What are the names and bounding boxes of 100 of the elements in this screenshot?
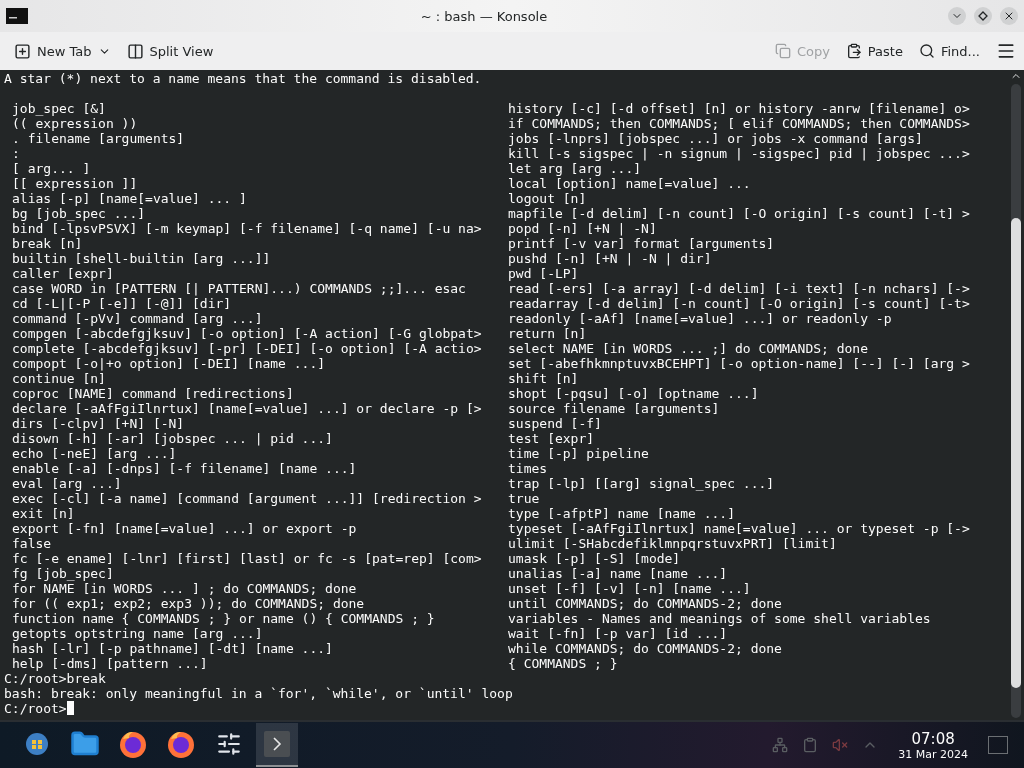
terminal-line: typeset [-aAfFgiIlnrtux] name[=value] ... or typeset -p [-> (508, 521, 971, 536)
terminal-line: until COMMANDS; do COMMANDS-2; done (508, 596, 783, 611)
terminal-line: if COMMANDS; then COMMANDS; [ elif COMMANDS; then COMMANDS> (508, 116, 971, 131)
terminal-line: break [n] (12, 236, 84, 251)
terminal-line: set [-abefhkmnptuvxBCEHPT] [-o option-name] [--] [-] [arg > (508, 356, 971, 371)
terminal-line: while COMMANDS; do COMMANDS-2; done (508, 641, 783, 656)
scrollbar-thumb[interactable] (1011, 218, 1021, 688)
terminal-line: continue [n] (12, 371, 107, 386)
terminal-line: alias [-p] [name[=value] ... ] (12, 191, 248, 206)
terminal-line: enable [-a] [-dnps] [-f filename] [name ...] (12, 461, 358, 476)
terminal-line: { COMMANDS ; } (508, 656, 619, 671)
paste-icon (845, 43, 862, 59)
terminal-line: readonly [-aAf] [name[=value] ...] or readonly -p (508, 311, 893, 326)
close-icon (1003, 10, 1015, 22)
terminal-line: fc [-e ename] [-lnr] [first] [last] or fc -s [pat=rep] [com> (12, 551, 483, 566)
terminal-line: let arg [arg ...] (508, 161, 643, 176)
terminal-line: C:/root>break (4, 671, 107, 686)
firefox-icon (118, 729, 148, 759)
sliders-icon (216, 731, 242, 757)
terminal-line: declare [-aAfFgiIlnrtux] [name[=value] ...] or declare -p [> (12, 401, 483, 416)
new-tab-button[interactable]: New Tab (8, 38, 117, 64)
terminal-line: mapfile [-d delim] [-n count] [-O origin] [-s count] [-t] > (508, 206, 971, 221)
maximize-button[interactable] (974, 7, 992, 25)
terminal-line: cd [-L|[-P [-e]] [-@]] [dir] (12, 296, 233, 311)
paste-button[interactable]: Paste (839, 39, 909, 63)
terminal-line: printf [-v var] format [arguments] (508, 236, 776, 251)
copy-icon (774, 43, 791, 59)
diamond-icon (978, 11, 988, 21)
terminal-line: wait [-fn] [-p var] [id ...] (508, 626, 729, 641)
clipboard-icon[interactable] (802, 737, 819, 753)
terminal-line: caller [expr] (12, 266, 115, 281)
terminal-line: return [n] (508, 326, 588, 341)
terminal-line: variables - Names and meanings of some shell variables (508, 611, 932, 626)
terminal-line: compgen [-abcdefgjksuv] [-o option] [-A action] [-G globpat> (12, 326, 483, 341)
search-icon (918, 43, 935, 59)
terminal-line: jobs [-lnprs] [jobspec ...] or jobs -x command [args] (508, 131, 924, 146)
terminal-line: builtin [shell-builtin [arg ...]] (12, 251, 272, 266)
terminal-line: time [-p] pipeline (508, 446, 650, 461)
split-view-icon (126, 42, 144, 60)
terminal-line: [[ expression ]] (12, 176, 139, 191)
terminal-line: help [-dms] [pattern ...] (12, 656, 209, 671)
terminal-line: coproc [NAME] command [redirections] (12, 386, 295, 401)
terminal-line: getopts optstring name [arg ...] (12, 626, 264, 641)
clock-time: 07:08 (911, 729, 955, 748)
terminal-line: A star (*) next to a name means that the command is disabled. (4, 71, 483, 86)
network-icon[interactable] (772, 737, 789, 753)
menu-icon[interactable] (996, 41, 1016, 61)
terminal-line: pwd [-LP] (508, 266, 580, 281)
terminal-line: eval [arg ...] (12, 476, 123, 491)
terminal-line: : (12, 146, 21, 161)
terminal-line: times (508, 461, 549, 476)
terminal-line: suspend [-f] (508, 416, 603, 431)
terminal-line: pushd [-n] [+N | -N | dir] (508, 251, 713, 266)
terminal-line: exit [n] (12, 506, 76, 521)
terminal-line: history [-c] [-d offset] [n] or history -anrw [filename] o> (508, 101, 971, 116)
minimize-button[interactable] (948, 7, 966, 25)
terminal-line: function name { COMMANDS ; } or name () { COMMANDS ; } (12, 611, 436, 626)
terminal-line: popd [-n] [+N | -N] (508, 221, 658, 236)
split-button[interactable]: Split View (120, 38, 220, 64)
terminal-line: job_spec [&] (12, 101, 107, 116)
terminal-line: echo [-neE] [arg ...] (12, 446, 178, 461)
find-button[interactable]: Find... (912, 39, 986, 63)
terminal-line: complete [-abcdefgjksuv] [-pr] [-DEI] [-o option] [-A actio> (12, 341, 483, 356)
clock[interactable]: 07:08 31 Mar 2024 (898, 729, 968, 761)
prompt: C:/root> (4, 701, 67, 716)
terminal-line: trap [-lp] [[arg] signal_spec ...] (508, 476, 776, 491)
terminal-line: read [-ers] [-a array] [-d delim] [-i text] [-n nchars] [-> (508, 281, 971, 296)
window-title: ~ : bash — Konsole (419, 8, 549, 24)
terminal-line: exec [-cl] [-a name] [command [argument ...]] [redirection > (12, 491, 483, 506)
terminal-line: type [-afptP] name [name ...] (508, 506, 736, 521)
terminal-line: for NAME [in WORDS ... ] ; do COMMANDS; done (12, 581, 358, 596)
terminal-line: bash: break: only meaningful in a `for', `while', or `until' loop (4, 686, 514, 701)
terminal-line: [ arg... ] (12, 161, 92, 176)
terminal-line: logout [n] (508, 191, 588, 206)
terminal-line: shopt [-pqsu] [-o] [optname ...] (508, 386, 760, 401)
terminal-icon (263, 730, 291, 758)
terminal-line: dirs [-clpv] [+N] [-N] (12, 416, 186, 431)
scrollbar-track[interactable] (1011, 84, 1021, 718)
terminal-line: hash [-lr] [-p pathname] [-dt] [name ...] (12, 641, 334, 656)
terminal-line: bg [job_spec ...] (12, 206, 147, 221)
clock-date: 31 Mar 2024 (898, 747, 968, 761)
terminal-line: fg [job_spec] (12, 566, 115, 581)
terminal-line: case WORD in [PATTERN [| PATTERN]...) COMMANDS ;;]... esac (12, 281, 467, 296)
terminal-line: source filename [arguments] (508, 401, 721, 416)
terminal-line: . filename [arguments] (12, 131, 186, 146)
close-button[interactable] (1000, 7, 1018, 25)
terminal-app-icon (6, 8, 28, 24)
terminal-line: readarray [-d delim] [-n count] [-O origin] [-s count] [-t> (508, 296, 971, 311)
terminal-line: umask [-p] [-S] [mode] (508, 551, 682, 566)
terminal-line: disown [-h] [-ar] [jobspec ... | pid ...] (12, 431, 334, 446)
firefox-icon (166, 729, 196, 759)
terminal-line: ulimit [-SHabcdefiklmnpqrstuvxPRT] [limit] (508, 536, 838, 551)
cursor (66, 701, 74, 715)
terminal-line: (( expression )) (12, 116, 139, 131)
terminal-line: for (( exp1; exp2; exp3 )); do COMMANDS; done (12, 596, 366, 611)
terminal-line: local [option] name[=value] ... (508, 176, 752, 191)
show-desktop-button[interactable] (988, 736, 1008, 754)
terminal-line: bind [-lpsvPSVX] [-m keymap] [-f filename] [-q name] [-u na> (12, 221, 483, 236)
terminal-line: kill [-s sigspec | -n signum | -sigspec] pid | jobspec ...> (508, 146, 971, 161)
terminal-line: shift [n] (508, 371, 580, 386)
